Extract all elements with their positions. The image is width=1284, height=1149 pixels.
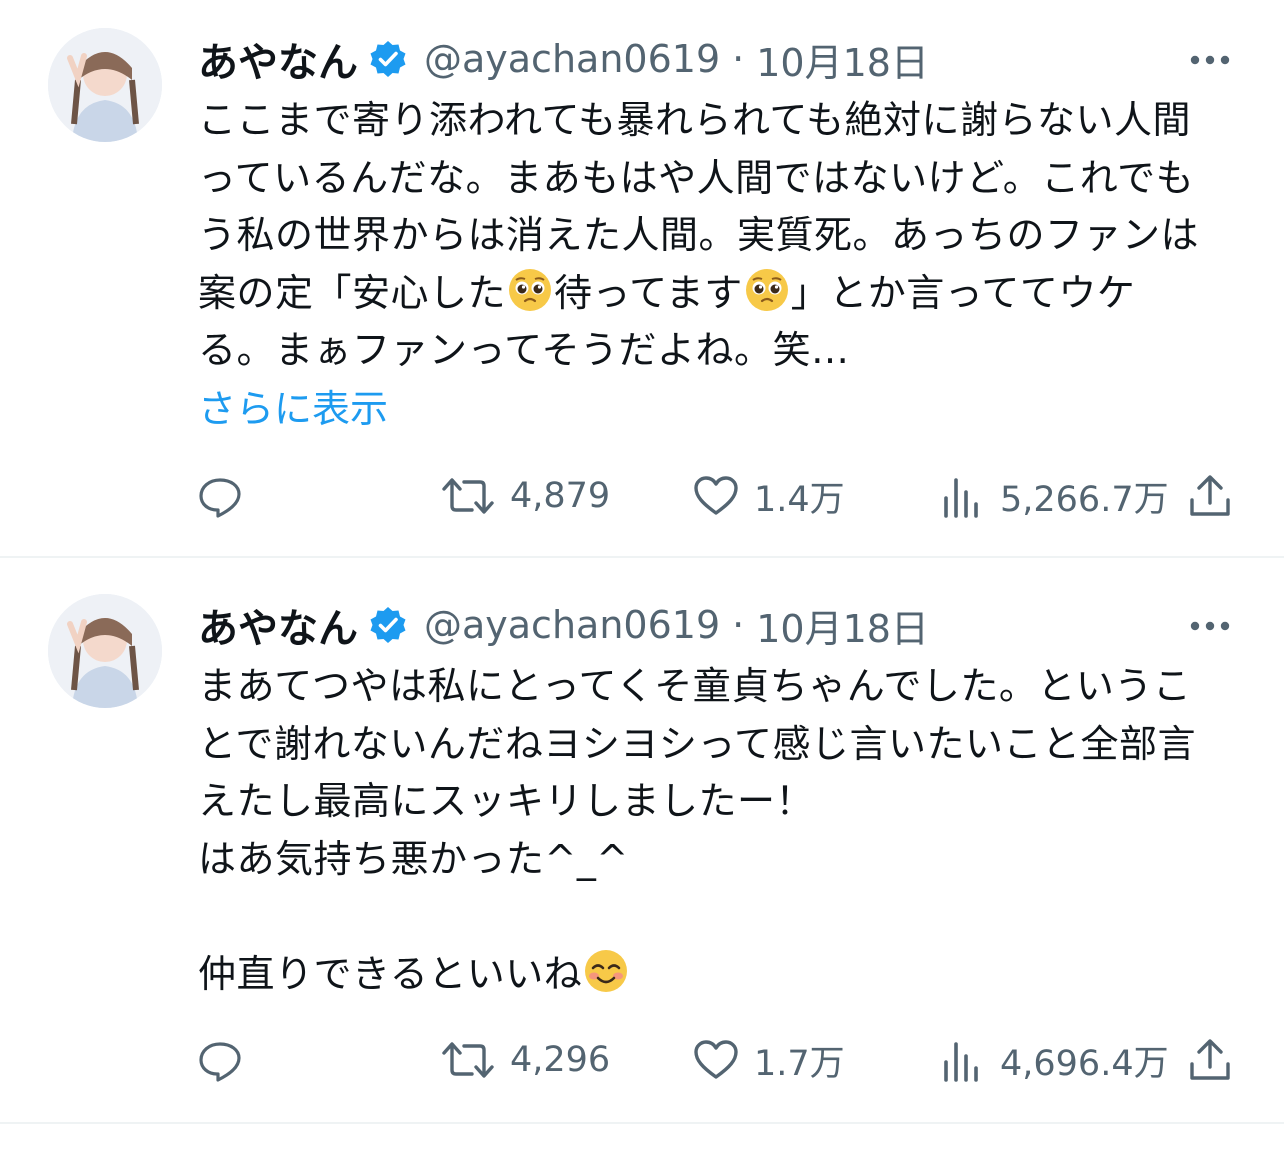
share-icon bbox=[1186, 1036, 1234, 1084]
tweet[interactable]: あやなん @ayachan0619 · 10月18日 まあてつやは私にとってくそ… bbox=[0, 566, 1284, 1126]
user-handle[interactable]: @ayachan0619 bbox=[424, 37, 720, 81]
pleading-face-emoji-icon bbox=[743, 266, 791, 314]
tweet-text-segment: 案の定「安心した bbox=[198, 270, 507, 315]
retweet-icon bbox=[440, 472, 496, 520]
tweet-text-segment: 待ってます bbox=[554, 270, 743, 315]
views-count: 5,266.7万 bbox=[1000, 479, 1169, 520]
user-handle[interactable]: @ayachan0619 bbox=[424, 603, 720, 647]
tweet-text: まあてつやは私にとってくそ童貞ちゃんでした。というこ とで謝れないんだねヨシヨシ… bbox=[198, 658, 1238, 1003]
smiling-face-emoji-icon bbox=[582, 947, 630, 995]
display-name[interactable]: あやなん bbox=[198, 596, 358, 654]
tweet-date[interactable]: 10月18日 bbox=[756, 32, 929, 87]
views-button[interactable]: 4,696.4万 bbox=[938, 1030, 1169, 1090]
tweet[interactable]: あやなん @ayachan0619 · 10月18日 ここまで寄り添われても暴れ… bbox=[0, 0, 1284, 556]
like-button[interactable]: 1.4万 bbox=[692, 466, 845, 526]
separator: · bbox=[732, 37, 745, 81]
tweet-text-line: う私の世界からは消えた人間。実質死。あっちのファンは bbox=[198, 213, 1200, 257]
tweet-text-line: っているんだな。まあもはや人間ではないけど。これでも bbox=[198, 155, 1195, 200]
pleading-face-emoji-icon bbox=[506, 266, 554, 314]
reply-button[interactable] bbox=[196, 466, 244, 526]
tweet-text-segment: 仲直りできるといいね bbox=[198, 951, 583, 996]
tweet-text-line: 案の定「安心した 待ってます 」とか言っててウケ bbox=[198, 265, 1238, 323]
avatar[interactable] bbox=[48, 28, 162, 142]
views-count: 4,696.4万 bbox=[1000, 1043, 1169, 1084]
views-icon bbox=[938, 472, 986, 520]
avatar[interactable] bbox=[48, 594, 162, 708]
views-icon bbox=[938, 1036, 986, 1084]
tweet-text-line: る。まぁファンってそうだよね。笑… bbox=[198, 328, 850, 372]
reply-button[interactable] bbox=[196, 1030, 244, 1090]
show-more-link[interactable]: さらに表示 bbox=[198, 378, 388, 433]
verified-badge-icon[interactable] bbox=[368, 605, 408, 645]
like-count: 1.7万 bbox=[754, 1043, 845, 1084]
tweet-text: ここまで寄り添われても暴れられても絶対に謝らない人間 っているんだな。まあもはや… bbox=[198, 92, 1238, 380]
tweet-text-line: えたし最高にスッキリしましたー！ bbox=[198, 779, 815, 823]
verified-badge-icon[interactable] bbox=[368, 39, 408, 79]
share-button[interactable] bbox=[1186, 1030, 1234, 1090]
reply-icon bbox=[196, 472, 244, 520]
like-button[interactable]: 1.7万 bbox=[692, 1030, 845, 1090]
retweet-count: 4,296 bbox=[510, 1040, 611, 1080]
share-icon bbox=[1186, 472, 1234, 520]
tweet-text-segment: 」とか言っててウケ bbox=[790, 270, 1136, 315]
tweet-actions: 4,879 1.4万 5,266.7万 bbox=[0, 466, 1284, 526]
like-icon bbox=[692, 472, 740, 520]
retweet-button[interactable]: 4,879 bbox=[440, 466, 610, 526]
tweet-text-line: ここまで寄り添われても暴れられても絶対に謝らない人間 bbox=[198, 98, 1192, 142]
tweet-text-line: とで謝れないんだねヨシヨシって感じ言いたいこと全部言 bbox=[198, 721, 1196, 766]
like-icon bbox=[692, 1036, 740, 1084]
tweet-header: あやなん @ayachan0619 · 10月18日 bbox=[198, 30, 929, 88]
tweet-text-line: 仲直りできるといいね bbox=[198, 946, 1238, 1004]
more-icon[interactable] bbox=[1188, 52, 1232, 66]
tweet-actions: 4,296 1.7万 4,696.4万 bbox=[0, 1030, 1284, 1090]
display-name[interactable]: あやなん bbox=[198, 30, 358, 88]
like-count: 1.4万 bbox=[754, 479, 845, 520]
views-button[interactable]: 5,266.7万 bbox=[938, 466, 1169, 526]
retweet-button[interactable]: 4,296 bbox=[440, 1030, 610, 1090]
tweet-header: あやなん @ayachan0619 · 10月18日 bbox=[198, 596, 929, 654]
tweet-text-line bbox=[198, 888, 1238, 946]
share-button[interactable] bbox=[1186, 466, 1234, 526]
tweet-text-line: まあてつやは私にとってくそ童貞ちゃんでした。というこ bbox=[198, 664, 1192, 708]
tweet-text-line: はあ気持ち悪かった^_^ bbox=[198, 836, 629, 881]
more-icon[interactable] bbox=[1188, 618, 1232, 632]
tweet-divider bbox=[0, 1122, 1284, 1124]
retweet-icon bbox=[440, 1036, 496, 1084]
tweet-date[interactable]: 10月18日 bbox=[756, 598, 929, 653]
separator: · bbox=[732, 603, 745, 647]
reply-icon bbox=[196, 1036, 244, 1084]
retweet-count: 4,879 bbox=[510, 476, 611, 516]
tweet-divider bbox=[0, 556, 1284, 558]
